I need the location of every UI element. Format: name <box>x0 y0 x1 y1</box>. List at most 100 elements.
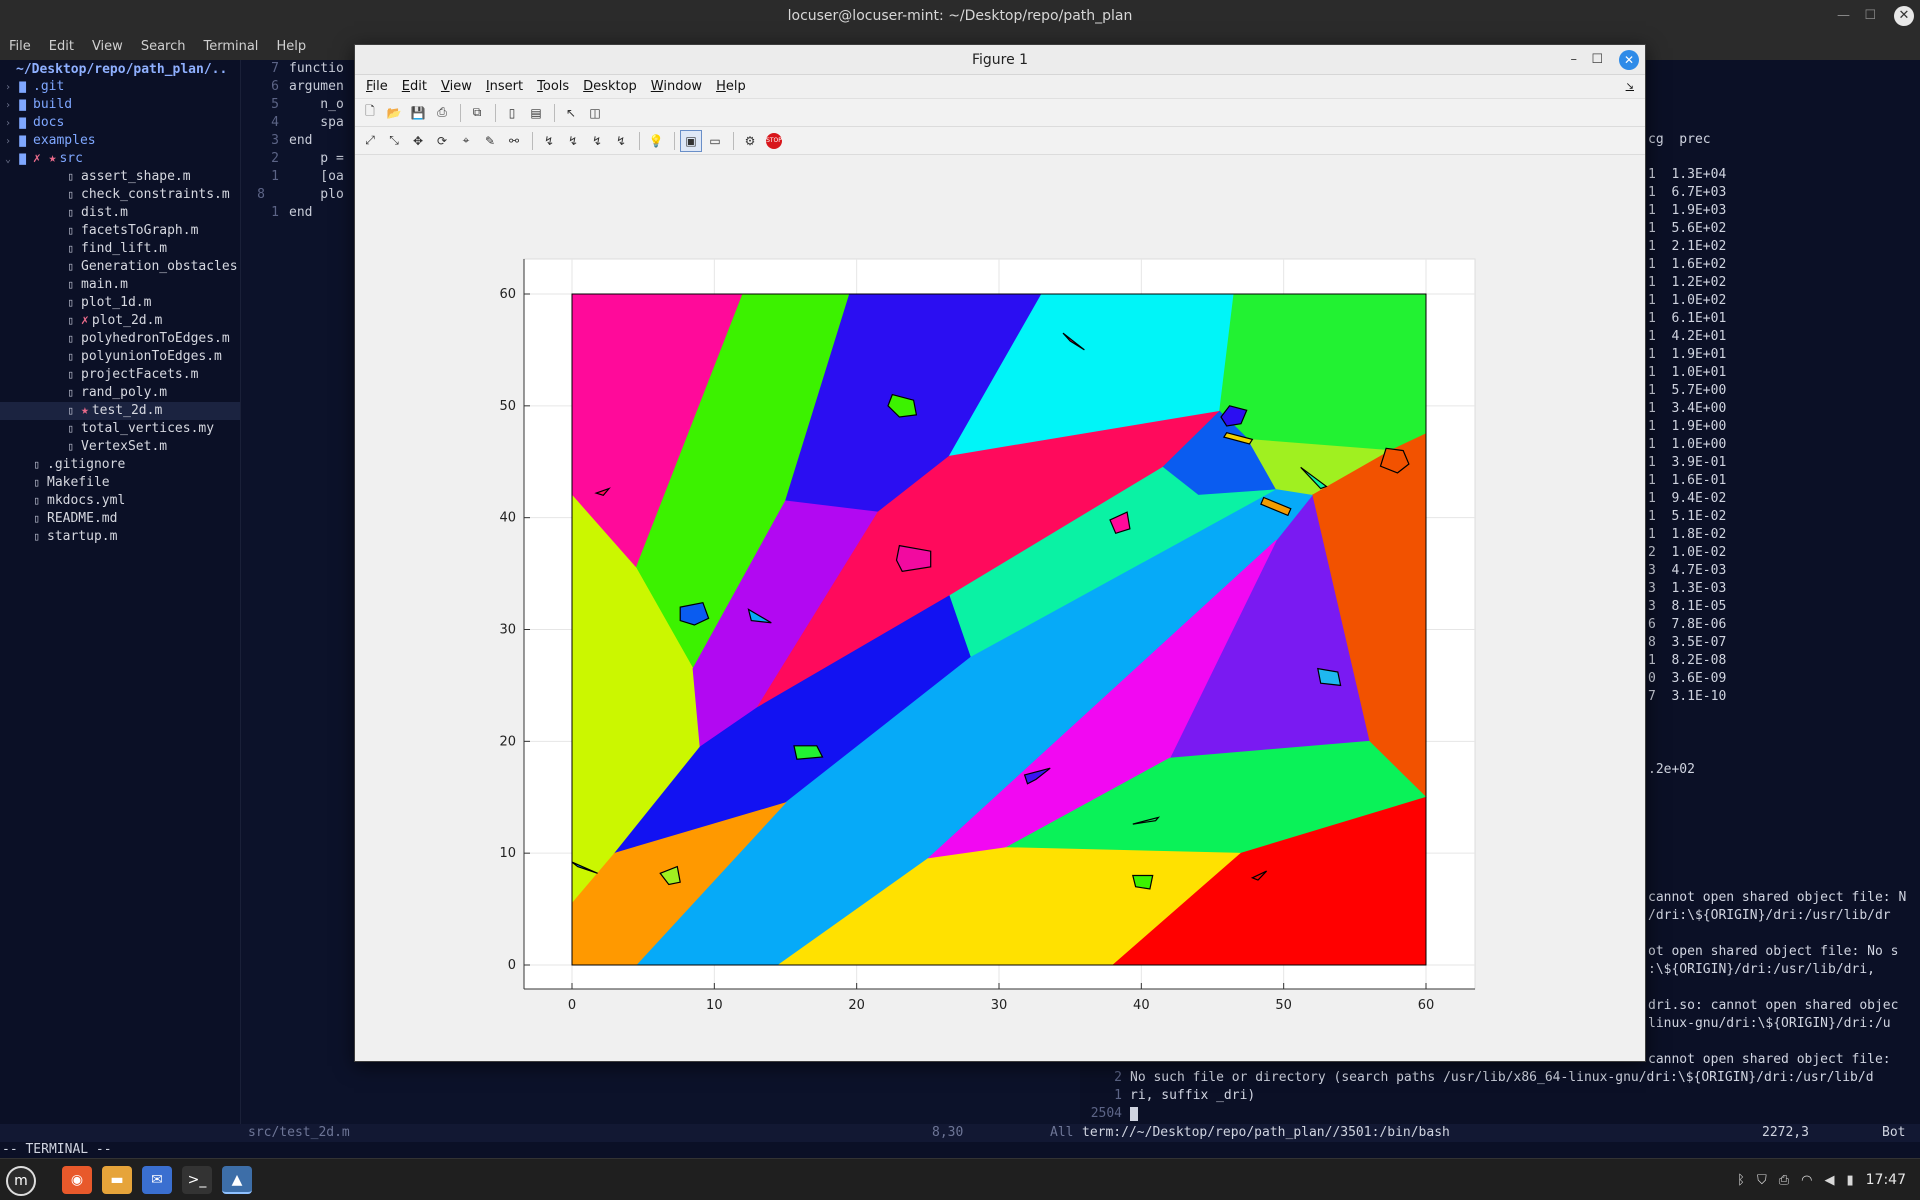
menu-file[interactable]: File <box>0 39 40 54</box>
undock-panel-icon[interactable]: ▭ <box>704 130 726 152</box>
clock[interactable]: 17:47 <box>1866 1172 1906 1188</box>
menu-search[interactable]: Search <box>132 39 195 54</box>
mint-menu-icon[interactable]: m <box>6 1166 36 1196</box>
tree-file[interactable]: ▯ Makefile <box>0 474 240 492</box>
data-cursor-icon[interactable]: ⌖ <box>455 130 477 152</box>
stop-icon[interactable]: STOP <box>763 130 785 152</box>
figure-close-icon[interactable]: ✕ <box>1619 50 1639 70</box>
chevron-icon[interactable]: ⌄ <box>0 151 16 169</box>
chevron-icon[interactable]: › <box>0 133 16 151</box>
save-icon[interactable]: 💾 <box>407 102 429 124</box>
bluetooth-icon[interactable]: ᛒ <box>1737 1173 1745 1188</box>
figure-maximize-icon[interactable]: ☐ <box>1591 45 1603 75</box>
fig-menu-edit[interactable]: Edit <box>395 79 434 94</box>
zoom-in-icon[interactable]: ⤢ <box>359 130 381 152</box>
link-icon[interactable]: ⧉ <box>466 102 488 124</box>
tree-file[interactable]: ▯ facetsToGraph.m <box>0 222 240 240</box>
fig-menu-help[interactable]: Help <box>709 79 753 94</box>
mail-icon[interactable]: ✉ <box>142 1166 172 1194</box>
print-icon[interactable]: ⎙ <box>431 102 453 124</box>
tree-file[interactable]: ▯ polyunionToEdges.m <box>0 348 240 366</box>
tree-file[interactable]: ▯ main.m <box>0 276 240 294</box>
link-plot-icon[interactable]: ⚯ <box>503 130 525 152</box>
tree-file[interactable]: ▯ Generation_obstacles.m <box>0 258 253 276</box>
file-icon: ▯ <box>67 278 74 291</box>
zoom-out-icon[interactable]: ⤡ <box>383 130 405 152</box>
system-tray: ᛒ ⛉ ⎙ ◠ ◀ ▮ 17:47 <box>1737 1159 1906 1200</box>
tree-file[interactable]: ▯ dist.m <box>0 204 240 222</box>
fig-menu-tools[interactable]: Tools <box>530 79 576 94</box>
menu-view[interactable]: View <box>83 39 132 54</box>
tree-folder[interactable]: › ▇ examples <box>0 132 240 150</box>
close-icon[interactable]: ✕ <box>1894 6 1914 26</box>
shield-icon[interactable]: ⛉ <box>1757 1173 1767 1188</box>
pan-icon[interactable]: ✥ <box>407 130 429 152</box>
firefox-icon[interactable]: ◉ <box>62 1166 92 1194</box>
tree-folder[interactable]: ⌄ ▇ ✗ ★ src <box>0 150 240 168</box>
chevron-icon[interactable]: › <box>0 115 16 133</box>
tree-file[interactable]: ▯ total_vertices.my <box>0 420 240 438</box>
solver-row: 1 1.9E+00 <box>1648 419 1727 434</box>
terminal-icon[interactable]: >_ <box>182 1166 212 1194</box>
brush-icon[interactable]: ✎ <box>479 130 501 152</box>
property-editor-icon[interactable]: ◫ <box>584 102 606 124</box>
tree-file[interactable]: ▯ mkdocs.yml <box>0 492 240 510</box>
colorbar-icon[interactable]: ▯ <box>501 102 523 124</box>
rotate-icon[interactable]: ⟳ <box>431 130 453 152</box>
chevron-icon[interactable]: › <box>0 79 16 97</box>
partition-plot[interactable]: 0 10 20 30 40 50 60 0 10 20 30 40 50 60 <box>355 155 1645 1060</box>
tree-file[interactable]: ▯ polyhedronToEdges.m <box>0 330 240 348</box>
step-icon[interactable]: ↯ <box>538 130 560 152</box>
profiler-icon[interactable]: ⚙ <box>739 130 761 152</box>
undock-icon[interactable]: ↘ <box>1619 81 1641 92</box>
battery-icon[interactable]: ▮ <box>1846 1173 1853 1188</box>
menu-terminal[interactable]: Terminal <box>194 39 267 54</box>
open-icon[interactable]: 📂 <box>383 102 405 124</box>
tree-file[interactable]: ▯ README.md <box>0 510 240 528</box>
continue-icon[interactable]: ↯ <box>610 130 632 152</box>
tree-file[interactable]: ▯ .gitignore <box>0 456 240 474</box>
step-in-icon[interactable]: ↯ <box>562 130 584 152</box>
fig-menu-view[interactable]: View <box>434 79 479 94</box>
matlab-icon[interactable]: ▲ <box>222 1166 252 1194</box>
lightbulb-icon[interactable]: 💡 <box>645 130 667 152</box>
fig-menu-file[interactable]: File <box>359 79 395 94</box>
menu-edit[interactable]: Edit <box>40 39 83 54</box>
tree-file[interactable]: ▯ check_constraints.m <box>0 186 240 204</box>
chevron-icon[interactable]: › <box>0 97 16 115</box>
tree-file[interactable]: ▯ startup.m <box>0 528 240 546</box>
solver-row: 1 1.6E-01 <box>1648 473 1727 488</box>
tree-file[interactable]: ▯ plot_1d.m <box>0 294 240 312</box>
menu-help[interactable]: Help <box>267 39 315 54</box>
tree-root[interactable]: ~/Desktop/repo/path_plan/.. <box>0 60 240 78</box>
maximize-icon[interactable]: ☐ <box>1864 8 1876 23</box>
fig-menu-insert[interactable]: Insert <box>479 79 530 94</box>
new-figure-icon[interactable]: 🗋 <box>359 102 381 124</box>
tree-folder[interactable]: › ▇ docs <box>0 114 240 132</box>
tree-file[interactable]: ▯ ★ test_2d.m <box>0 402 240 420</box>
file-icon: ▯ <box>33 494 40 507</box>
plot-area[interactable]: 0 10 20 30 40 50 60 0 10 20 30 40 50 60 <box>355 155 1645 1060</box>
wifi-icon[interactable]: ◠ <box>1801 1173 1812 1188</box>
tree-file[interactable]: ▯ assert_shape.m <box>0 168 240 186</box>
tree-file[interactable]: ▯ find_lift.m <box>0 240 240 258</box>
tree-folder[interactable]: › ▇ build <box>0 96 240 114</box>
tree-file[interactable]: ▯ projectFacets.m <box>0 366 240 384</box>
line-number: 8 <box>257 187 265 202</box>
tree-file[interactable]: ▯ rand_poly.m <box>0 384 240 402</box>
tree-file[interactable]: ▯ ✗ plot_2d.m <box>0 312 240 330</box>
volume-icon[interactable]: ◀ <box>1824 1173 1834 1188</box>
tree-file[interactable]: ▯ VertexSet.m <box>0 438 240 456</box>
tree-folder[interactable]: › ▇ .git <box>0 78 240 96</box>
legend-icon[interactable]: ▤ <box>525 102 547 124</box>
pointer-icon[interactable]: ↖ <box>560 102 582 124</box>
code-text: argumen <box>289 79 344 94</box>
fig-menu-desktop[interactable]: Desktop <box>576 79 644 94</box>
files-icon[interactable]: ▬ <box>102 1166 132 1194</box>
minimize-icon[interactable]: — <box>1837 8 1850 23</box>
figure-minimize-icon[interactable]: – <box>1571 45 1578 75</box>
step-out-icon[interactable]: ↯ <box>586 130 608 152</box>
fig-menu-window[interactable]: Window <box>644 79 709 94</box>
dock-icon[interactable]: ▣ <box>680 129 702 152</box>
printer-icon[interactable]: ⎙ <box>1779 1173 1789 1188</box>
